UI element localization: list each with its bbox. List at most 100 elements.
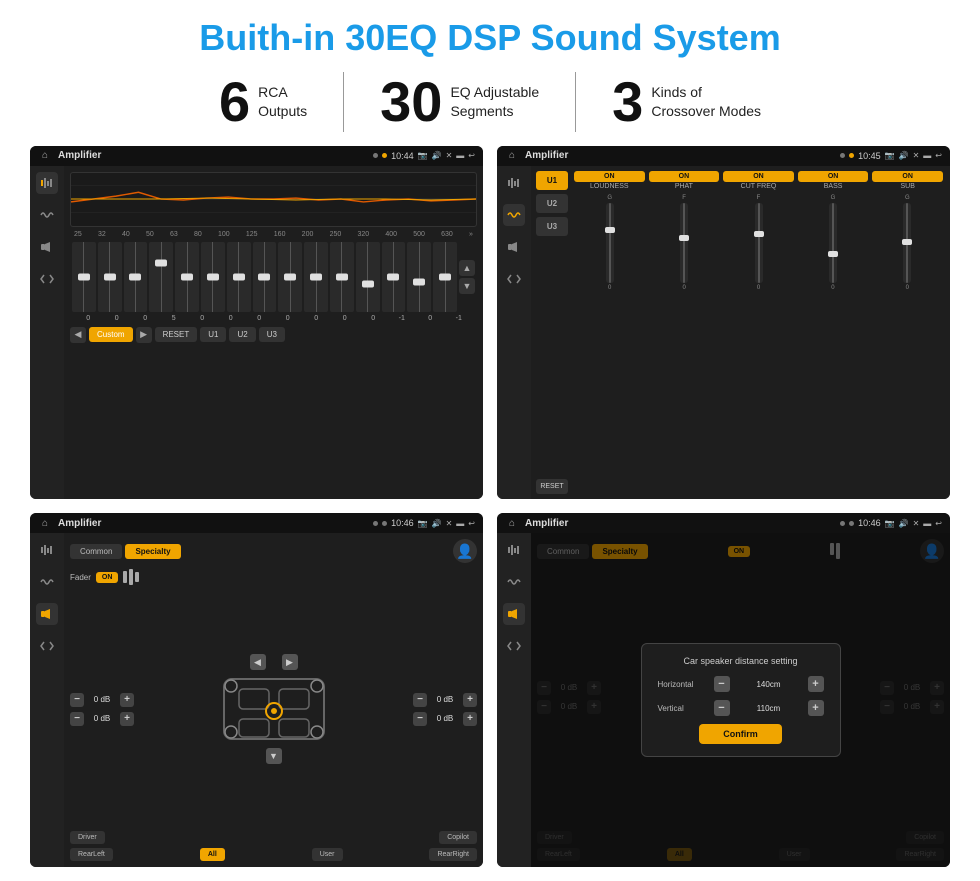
copilot-btn[interactable]: Copilot [439, 831, 477, 844]
cross-header: ON LOUDNESS ON PHAT ON CUT FREQ [572, 171, 945, 190]
dialog-title: Car speaker distance setting [658, 656, 824, 666]
eq-u1-btn[interactable]: U1 [200, 327, 226, 342]
cross-vslider-2[interactable] [755, 203, 763, 283]
cross-u1-btn[interactable]: U1 [536, 171, 568, 190]
eq-slider-12[interactable] [382, 242, 406, 312]
eq-slider-13[interactable] [407, 242, 431, 312]
arrow-down-icon[interactable]: ▼ [266, 748, 282, 764]
dialog-vertical-minus[interactable]: − [714, 700, 730, 716]
eq-slider-5[interactable] [201, 242, 225, 312]
user-btn[interactable]: User [312, 848, 343, 861]
sidebar-arrows-icon-4[interactable] [503, 635, 525, 657]
eq-slider-14[interactable] [433, 242, 457, 312]
cross-cutfreq-toggle[interactable]: ON [723, 171, 794, 182]
db-plus-br[interactable]: + [463, 712, 477, 726]
sidebar-eq-icon-2[interactable] [503, 172, 525, 194]
cross-loudness-toggle[interactable]: ON [574, 171, 645, 182]
confirm-button[interactable]: Confirm [699, 724, 782, 744]
cross-vslider-0[interactable] [606, 203, 614, 283]
eq-bottom-controls: ◀ Custom ▶ RESET U1 U2 U3 [70, 327, 477, 343]
eq-slider-11[interactable] [356, 242, 380, 312]
eq-custom-btn[interactable]: Custom [89, 327, 133, 342]
eq-slider-7[interactable] [253, 242, 277, 312]
home-icon-3[interactable]: ⌂ [38, 516, 52, 530]
sidebar-speaker-icon-3[interactable] [36, 603, 58, 625]
cross-vslider-3[interactable] [829, 203, 837, 283]
dialog-horizontal-value: 140cm [736, 680, 802, 689]
status-title-speaker: Amplifier [58, 518, 367, 529]
db-row-right-1: − 0 dB + [413, 693, 477, 707]
screen-speaker: ⌂ Amplifier 10:46 📷 🔊 ✕ ▬ ↩ [30, 513, 483, 867]
home-icon[interactable]: ⌂ [38, 149, 52, 163]
cross-u3-btn[interactable]: U3 [536, 217, 568, 236]
eq-slider-3[interactable] [149, 242, 173, 312]
rear-right-btn[interactable]: RearRight [429, 848, 477, 861]
eq-slider-6[interactable] [227, 242, 251, 312]
cross-vslider-4[interactable] [903, 203, 911, 283]
sidebar-wave-icon[interactable] [36, 204, 58, 226]
eq-arrow-up[interactable]: ▲ [459, 260, 475, 276]
eq-u2-btn[interactable]: U2 [229, 327, 255, 342]
sidebar-eq-icon[interactable] [36, 172, 58, 194]
eq-slider-4[interactable] [175, 242, 199, 312]
cross-bass-toggle[interactable]: ON [798, 171, 869, 182]
eq-next-btn[interactable]: ▶ [136, 327, 152, 343]
sidebar-wave-icon-4[interactable] [503, 571, 525, 593]
db-plus-tr[interactable]: + [463, 693, 477, 707]
cross-phat-toggle[interactable]: ON [649, 171, 720, 182]
eq-reset-btn[interactable]: RESET [155, 327, 198, 342]
sidebar-arrows-icon-3[interactable] [36, 635, 58, 657]
db-plus-bl[interactable]: + [120, 712, 134, 726]
sidebar-speaker-icon[interactable] [36, 236, 58, 258]
eq-slider-2[interactable] [124, 242, 148, 312]
spk-tab-specialty[interactable]: Specialty [125, 544, 180, 559]
sidebar-arrows-icon[interactable] [36, 268, 58, 290]
sidebar-eq-icon-4[interactable] [503, 539, 525, 561]
back-icon: ↩ [468, 151, 475, 160]
sidebar-speaker-icon-4[interactable] [503, 603, 525, 625]
home-icon-4[interactable]: ⌂ [505, 516, 519, 530]
eq-arrow-down[interactable]: ▼ [459, 278, 475, 294]
dialog-horizontal-plus[interactable]: + [808, 676, 824, 692]
eq-slider-1[interactable] [98, 242, 122, 312]
sidebar-eq-icon-3[interactable] [36, 539, 58, 561]
arrow-left-icon[interactable]: ◀ [250, 654, 266, 670]
stats-row: 6 RCA Outputs 30 EQ Adjustable Segments … [30, 72, 950, 132]
db-minus-bl[interactable]: − [70, 712, 84, 726]
speaker-inner: Common Specialty 👤 Fader ON [64, 533, 483, 867]
db-minus-tl[interactable]: − [70, 693, 84, 707]
speaker-tabs: Common Specialty [70, 544, 181, 559]
dialog-horizontal-minus[interactable]: − [714, 676, 730, 692]
eq-slider-9[interactable] [304, 242, 328, 312]
eq-slider-0[interactable] [72, 242, 96, 312]
rear-left-btn[interactable]: RearLeft [70, 848, 113, 861]
sidebar-wave-icon-3[interactable] [36, 571, 58, 593]
cross-vslider-1[interactable] [680, 203, 688, 283]
stat-number-3: 3 [612, 74, 643, 130]
eq-slider-10[interactable] [330, 242, 354, 312]
driver-btn[interactable]: Driver [70, 831, 105, 844]
eq-prev-btn[interactable]: ◀ [70, 327, 86, 343]
eq-u3-btn[interactable]: U3 [259, 327, 285, 342]
eq-slider-8[interactable] [278, 242, 302, 312]
cross-sg-3: G 0 [797, 195, 868, 291]
sidebar-speaker-icon-2[interactable] [503, 236, 525, 258]
all-btn[interactable]: All [200, 848, 225, 861]
db-minus-br[interactable]: − [413, 712, 427, 726]
cross-sub-toggle[interactable]: ON [872, 171, 943, 182]
dialog-vertical-plus[interactable]: + [808, 700, 824, 716]
speaker-header: Common Specialty 👤 [70, 539, 477, 563]
cross-main-panel: ON LOUDNESS ON PHAT ON CUT FREQ [572, 171, 945, 495]
sidebar-wave-icon-2[interactable] [503, 204, 525, 226]
spk-tab-common[interactable]: Common [70, 544, 122, 559]
cross-reset-btn[interactable]: RESET [536, 479, 568, 494]
db-plus-tl[interactable]: + [120, 693, 134, 707]
db-minus-tr[interactable]: − [413, 693, 427, 707]
eq-label-1: 32 [98, 231, 106, 238]
sidebar-arrows-icon-2[interactable] [503, 268, 525, 290]
status-dot-1 [373, 153, 378, 158]
arrow-right-icon[interactable]: ▶ [282, 654, 298, 670]
cross-u2-btn[interactable]: U2 [536, 194, 568, 213]
sidebar-eq [30, 166, 64, 500]
home-icon-2[interactable]: ⌂ [505, 149, 519, 163]
